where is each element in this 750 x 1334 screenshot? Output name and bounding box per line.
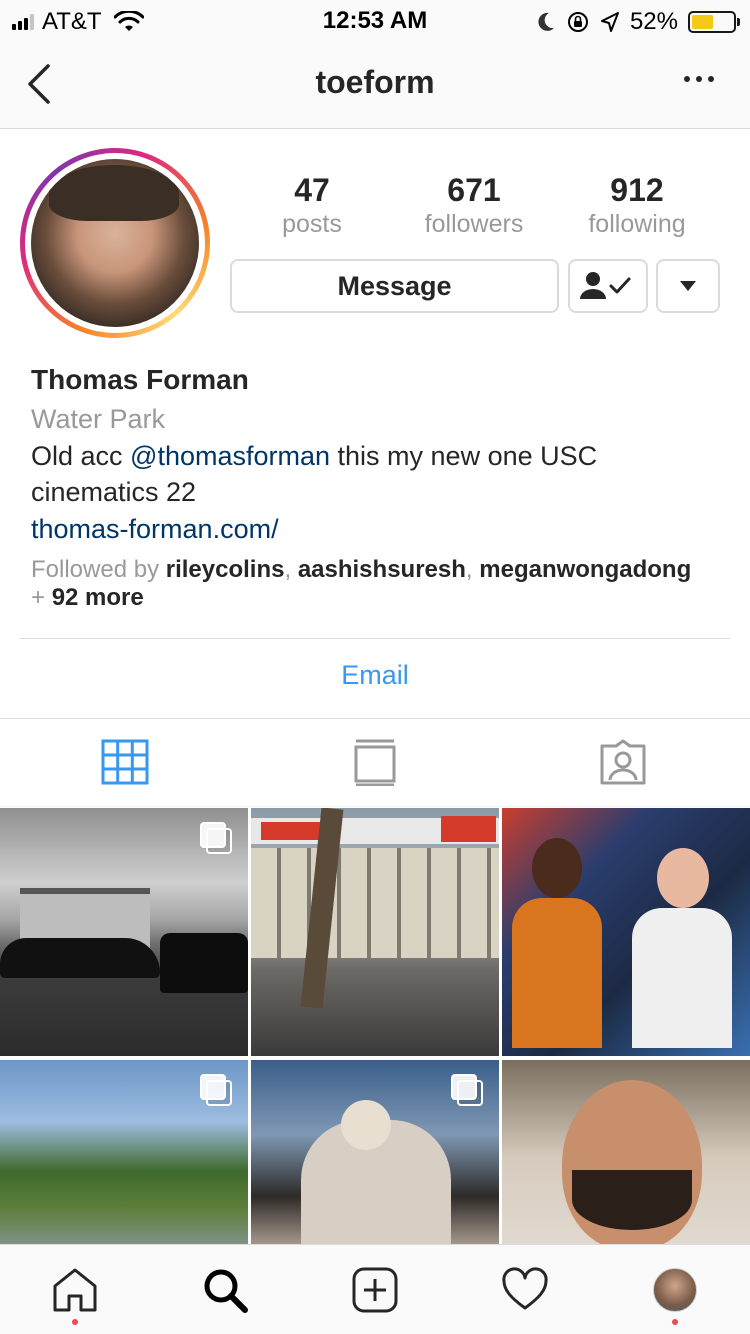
home-notification-dot <box>72 1319 78 1325</box>
status-bar: AT&T 12:53 AM 52% <box>0 0 750 40</box>
location-icon <box>600 12 619 32</box>
post-portrait-hand[interactable] <box>502 1060 750 1244</box>
followed-by-separator: , <box>284 556 298 583</box>
multiple-photos-icon <box>200 822 234 856</box>
following-count: 912 <box>610 172 664 208</box>
tagged-icon[interactable] <box>598 738 648 786</box>
person-check-icon <box>580 272 631 299</box>
rotation-lock-icon <box>567 12 588 32</box>
tab-profile[interactable] <box>650 1265 700 1315</box>
profile-avatar-story-ring[interactable] <box>20 148 210 338</box>
battery-icon <box>688 11 740 33</box>
multiple-photos-icon <box>451 1074 485 1108</box>
divider <box>0 718 750 719</box>
stat-followers[interactable]: 671 followers <box>404 172 544 240</box>
more-dots-icon[interactable] <box>684 76 714 82</box>
profile-category: Water Park <box>31 404 166 434</box>
multiple-photos-icon <box>200 1074 234 1108</box>
followed-by-user: rileycolins <box>165 556 285 583</box>
bottom-tab-bar <box>0 1244 750 1334</box>
bio-prefix: Old acc <box>31 441 131 471</box>
followers-count: 671 <box>447 172 501 208</box>
nav-bar: toeform <box>0 40 750 129</box>
post-street-houses[interactable] <box>0 808 248 1056</box>
email-button[interactable]: Email <box>0 660 750 691</box>
home-icon <box>53 1268 97 1312</box>
grid-icon[interactable] <box>100 738 150 786</box>
profile-avatar <box>653 1268 697 1312</box>
followers-label: followers <box>424 210 524 238</box>
profile-bio: Thomas Forman Water Park Old acc @thomas… <box>31 360 731 612</box>
post-city-store[interactable] <box>251 808 499 1056</box>
battery-percent: 52% <box>629 8 678 35</box>
suggested-dropdown-button[interactable] <box>656 259 720 313</box>
status-right: 52% <box>536 8 740 36</box>
tab-search[interactable] <box>200 1265 250 1315</box>
followed-by-more: 92 more <box>51 584 144 611</box>
followed-by-separator: , <box>465 556 480 583</box>
following-label: following <box>588 210 686 238</box>
tab-home[interactable] <box>50 1265 100 1315</box>
posts-label: posts <box>282 210 342 238</box>
search-icon <box>204 1269 248 1313</box>
bio-mention-link[interactable]: @thomasforman <box>130 441 330 471</box>
post-trees-plane[interactable] <box>0 1060 248 1244</box>
moon-icon <box>538 12 554 31</box>
profile-notification-dot <box>672 1319 678 1325</box>
divider <box>20 638 730 639</box>
feed-icon[interactable] <box>350 738 400 786</box>
bio-text: Old acc @thomasforman this my new one US… <box>31 438 731 510</box>
activity-heart-icon <box>502 1267 548 1310</box>
posts-count: 47 <box>294 172 330 208</box>
followed-by-more-prefix: + <box>31 584 52 611</box>
message-button[interactable]: Message <box>230 259 559 313</box>
stat-following[interactable]: 912 following <box>567 172 707 240</box>
post-embrace[interactable] <box>251 1060 499 1244</box>
following-button[interactable] <box>568 259 648 313</box>
divider <box>0 806 750 807</box>
followed-by-user: meganwongadong <box>479 556 692 583</box>
tab-new-post[interactable] <box>350 1265 400 1315</box>
followed-by-prefix: Followed by <box>31 556 166 583</box>
post-two-men[interactable] <box>502 808 750 1056</box>
new-post-icon <box>352 1267 398 1313</box>
followed-by[interactable]: Followed by rileycolins, aashishsuresh, … <box>31 556 731 612</box>
followed-by-user: aashishsuresh <box>297 556 466 583</box>
page-title: toeform <box>315 64 435 100</box>
website-link[interactable]: thomas-forman.com/ <box>31 510 731 548</box>
avatar <box>31 159 199 327</box>
stat-posts[interactable]: 47 posts <box>242 172 382 240</box>
triangle-down-icon <box>680 281 696 291</box>
profile-name: Thomas Forman <box>31 364 249 395</box>
posts-grid <box>0 808 750 1244</box>
tab-activity[interactable] <box>500 1265 550 1315</box>
